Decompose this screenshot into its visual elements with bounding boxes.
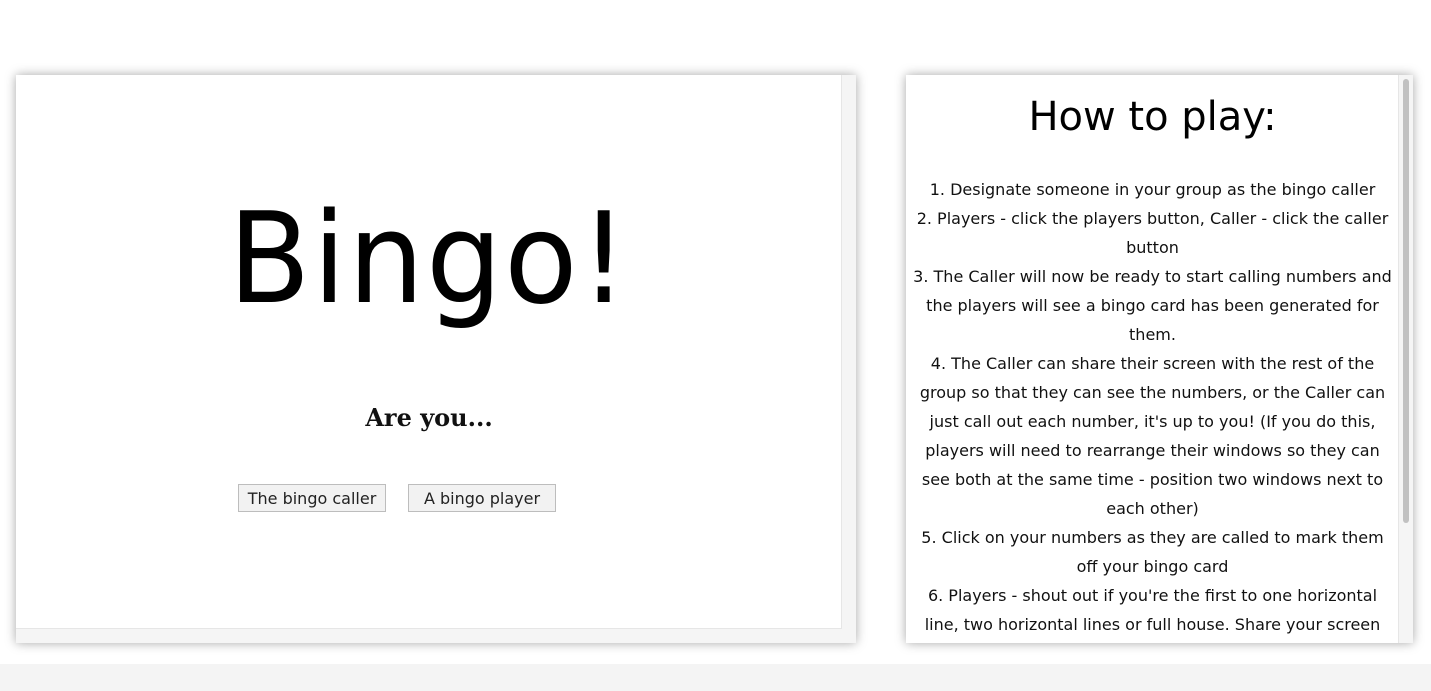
how-to-play-title: How to play:	[1028, 94, 1277, 140]
vertical-scrollbar[interactable]	[841, 75, 856, 643]
page-bottom-band	[0, 664, 1431, 691]
instruction-step: 6. Players - shout out if you're the fir…	[924, 586, 1381, 634]
scrollbar-thumb[interactable]	[1403, 79, 1409, 523]
instruction-list: 1. Designate someone in your group as th…	[912, 175, 1393, 639]
instruction-step: 1. Designate someone in your group as th…	[929, 180, 1376, 199]
bingo-caller-button[interactable]: The bingo caller	[238, 484, 386, 512]
instruction-step: 4. The Caller can share their screen wit…	[919, 354, 1386, 518]
bingo-player-button[interactable]: A bingo player	[408, 484, 556, 512]
vertical-scrollbar[interactable]	[1398, 75, 1413, 643]
horizontal-scrollbar[interactable]	[16, 628, 842, 643]
bingo-title: Bingo!	[228, 186, 630, 333]
instruction-step: 2. Players - click the players button, C…	[916, 209, 1389, 257]
role-prompt: Are you...	[365, 403, 493, 432]
game-start-panel: Bingo! Are you... The bingo caller A bin…	[16, 75, 856, 643]
how-to-play-panel: How to play: 1. Designate someone in you…	[906, 75, 1413, 643]
instruction-step: 5. Click on your numbers as they are cal…	[921, 528, 1384, 576]
instruction-step: 3. The Caller will now be ready to start…	[913, 267, 1392, 344]
